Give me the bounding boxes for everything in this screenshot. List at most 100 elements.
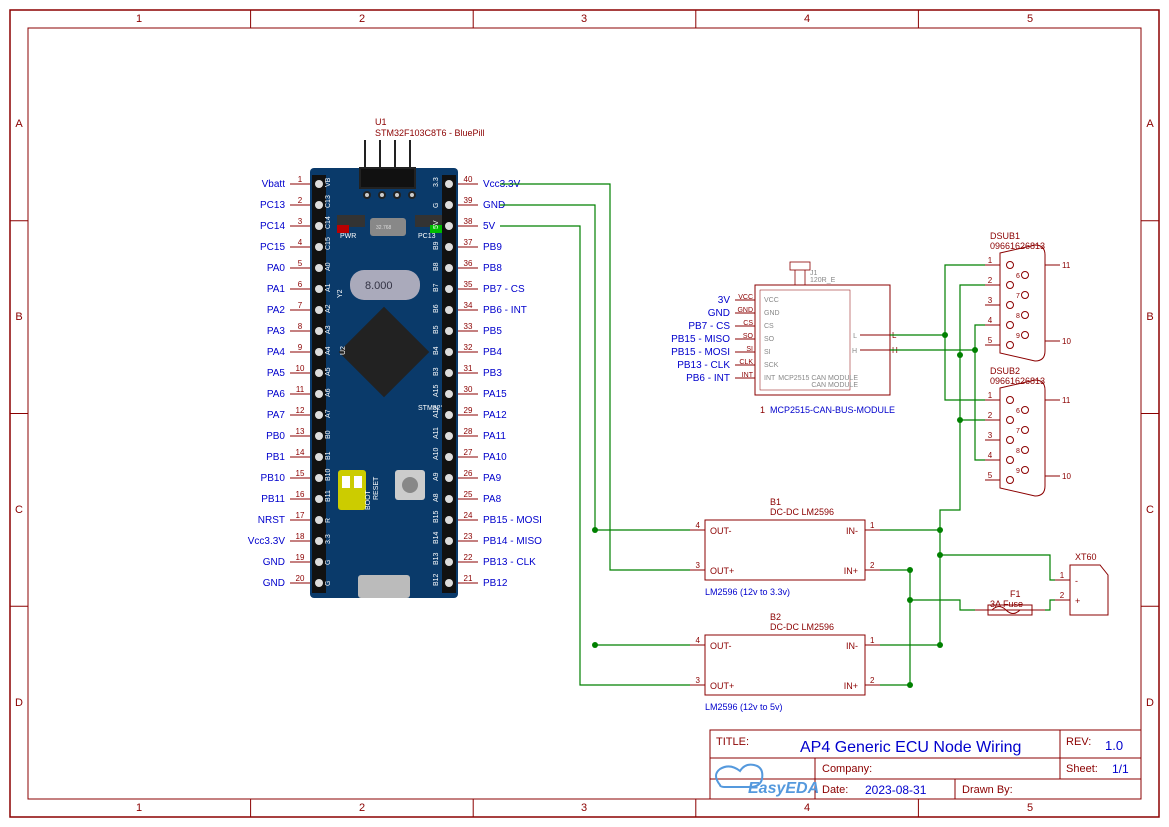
svg-text:B12: B12 — [433, 573, 440, 586]
svg-text:6: 6 — [1016, 408, 1020, 415]
svg-text:B: B — [1146, 311, 1153, 323]
svg-text:GND: GND — [737, 307, 753, 314]
svg-text:2: 2 — [359, 13, 365, 25]
net-label: PB3 — [483, 368, 502, 379]
net-label: PA8 — [483, 494, 502, 505]
svg-text:1: 1 — [988, 391, 993, 400]
svg-text:8: 8 — [1016, 313, 1020, 320]
net-label: PC13 — [260, 200, 285, 211]
outer-frame — [10, 10, 1159, 817]
svg-text:23: 23 — [464, 532, 473, 541]
svg-text:12: 12 — [296, 406, 305, 415]
svg-text:2: 2 — [359, 802, 365, 814]
svg-text:U1: U1 — [375, 117, 387, 127]
svg-text:DSUB2: DSUB2 — [990, 366, 1020, 376]
svg-text:3: 3 — [988, 296, 993, 305]
svg-text:15: 15 — [296, 469, 305, 478]
svg-text:D: D — [15, 697, 23, 709]
svg-text:39: 39 — [464, 196, 473, 205]
svg-text:1.0: 1.0 — [1105, 738, 1123, 753]
svg-text:CAN MODULE: CAN MODULE — [811, 382, 858, 389]
net-label: PB1 — [266, 452, 285, 463]
svg-text:B1: B1 — [325, 451, 332, 460]
lm2596-b2: B2 DC-DC LM2596 4 OUT- 3 OUT+ 1 IN- 2 IN… — [690, 612, 880, 712]
svg-text:1: 1 — [136, 802, 142, 814]
svg-text:8: 8 — [1016, 448, 1020, 455]
svg-text:B6: B6 — [433, 304, 440, 313]
svg-text:A10: A10 — [433, 447, 440, 460]
svg-text:10: 10 — [296, 364, 305, 373]
svg-text:B4: B4 — [433, 346, 440, 355]
svg-text:33: 33 — [464, 322, 473, 331]
svg-text:C13: C13 — [325, 195, 332, 208]
svg-text:OUT+: OUT+ — [710, 681, 734, 691]
svg-text:IN+: IN+ — [844, 566, 858, 576]
net-label: PA3 — [267, 326, 286, 337]
net-label: Vbatt — [262, 179, 286, 190]
svg-text:Date:: Date: — [822, 784, 848, 796]
svg-text:PC13: PC13 — [418, 233, 436, 240]
svg-text:B3: B3 — [433, 367, 440, 376]
svg-text:20: 20 — [296, 574, 305, 583]
svg-text:17: 17 — [296, 511, 305, 520]
net-label: PA15 — [483, 389, 507, 400]
svg-text:DSUB1: DSUB1 — [990, 231, 1020, 241]
svg-text:XT60: XT60 — [1075, 552, 1097, 562]
svg-text:B2: B2 — [770, 612, 781, 622]
svg-text:120R_E: 120R_E — [810, 277, 836, 284]
svg-text:6: 6 — [1016, 273, 1020, 280]
svg-text:C: C — [1146, 504, 1154, 516]
svg-text:A1: A1 — [325, 283, 332, 292]
svg-text:7: 7 — [298, 301, 303, 310]
svg-text:SO: SO — [743, 333, 754, 340]
svg-text:CLK: CLK — [739, 359, 753, 366]
net-label: GND — [263, 578, 285, 589]
svg-text:G: G — [433, 203, 440, 208]
svg-text:3V: 3V — [718, 295, 731, 306]
svg-text:11: 11 — [1062, 261, 1071, 270]
net-label: PB6 - INT — [483, 305, 527, 316]
svg-text:Y2: Y2 — [337, 289, 344, 298]
svg-text:EasyEDA: EasyEDA — [748, 780, 819, 797]
svg-text:35: 35 — [464, 280, 473, 289]
easyeda-logo-icon: EasyEDA — [716, 765, 819, 797]
svg-text:3: 3 — [581, 802, 587, 814]
svg-text:22: 22 — [464, 553, 473, 562]
svg-text:1: 1 — [298, 175, 303, 184]
svg-text:1: 1 — [870, 636, 875, 645]
svg-text:TITLE:: TITLE: — [716, 736, 749, 748]
svg-text:B15: B15 — [433, 510, 440, 523]
svg-text:A4: A4 — [325, 346, 332, 355]
svg-text:1/1: 1/1 — [1112, 762, 1129, 776]
net-label: PA4 — [267, 347, 286, 358]
svg-text:A2: A2 — [325, 304, 332, 313]
svg-text:D: D — [1146, 697, 1154, 709]
u1-left-pins: 1Vbatt2PC133PC144PC155PA06PA17PA28PA39PA… — [248, 175, 310, 589]
svg-text:VCC: VCC — [764, 297, 779, 304]
svg-text:7: 7 — [1016, 293, 1020, 300]
svg-text:PB15 - MOSI: PB15 - MOSI — [671, 347, 730, 358]
svg-text:30: 30 — [464, 385, 473, 394]
net-label: PB7 - CS — [483, 284, 525, 295]
svg-text:L: L — [853, 333, 857, 340]
svg-text:+: + — [1075, 596, 1080, 606]
svg-text:AP4 Generic ECU Node Wiring: AP4 Generic ECU Node Wiring — [800, 739, 1021, 756]
svg-text:OUT-: OUT- — [710, 526, 732, 536]
svg-text:H: H — [852, 348, 857, 355]
svg-text:C14: C14 — [325, 216, 332, 229]
dsub2: DSUB2 09661626813 1234567891110 — [985, 366, 1071, 496]
svg-text:SI: SI — [764, 349, 771, 356]
svg-text:Company:: Company: — [822, 763, 872, 775]
svg-text:5: 5 — [988, 336, 993, 345]
svg-text:PWR: PWR — [340, 233, 356, 240]
svg-text:VCC: VCC — [738, 294, 753, 301]
svg-text:B1: B1 — [770, 497, 781, 507]
svg-text:SO: SO — [764, 336, 775, 343]
svg-text:34: 34 — [464, 301, 473, 310]
net-label: PB14 - MISO — [483, 536, 542, 547]
svg-text:B8: B8 — [433, 262, 440, 271]
svg-text:G: G — [325, 581, 332, 586]
net-label: PB8 — [483, 263, 502, 274]
svg-text:8.000: 8.000 — [365, 280, 393, 292]
svg-text:2: 2 — [988, 276, 993, 285]
